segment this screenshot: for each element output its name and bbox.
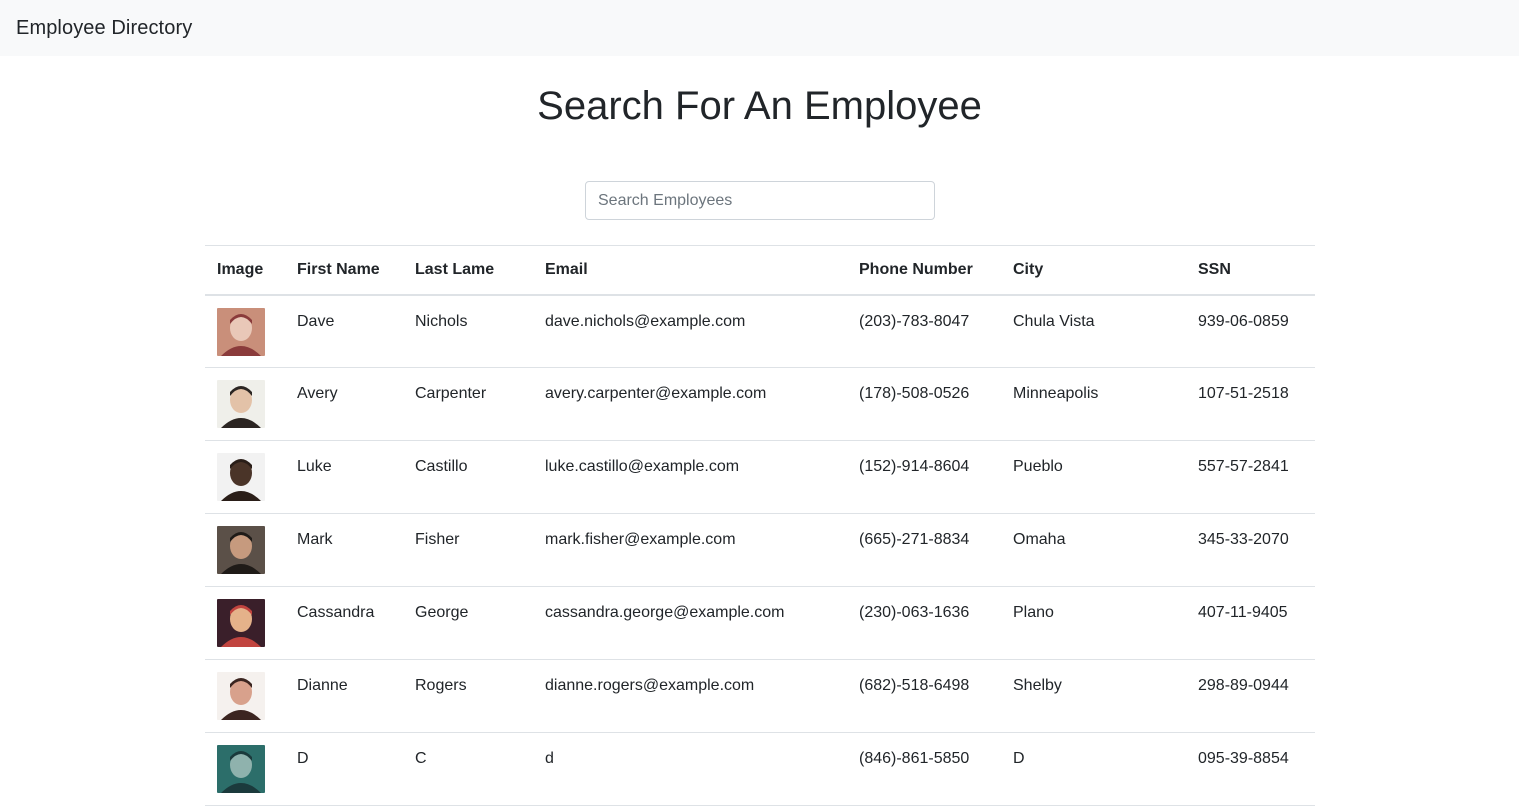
- phone-cell: (178)-508-0526: [847, 367, 1001, 441]
- first-name-cell: Cassandra: [285, 586, 403, 660]
- page-title: Search For An Employee: [537, 84, 982, 128]
- avatar: [217, 526, 265, 574]
- ssn-cell: 557-57-2841: [1186, 440, 1315, 514]
- image-cell: [205, 513, 285, 587]
- header-row: Image First Name Last Lame Email Phone N…: [205, 245, 1315, 296]
- avatar: [217, 380, 265, 428]
- image-cell: [205, 367, 285, 441]
- header-image[interactable]: Image: [205, 245, 285, 296]
- city-cell: Plano: [1001, 586, 1186, 660]
- ssn-cell: 298-89-0944: [1186, 659, 1315, 733]
- first-name-cell: Dave: [285, 294, 403, 368]
- table-row: D Cd (846)-861-5850 D 095-39-8854: [205, 732, 1315, 806]
- table-row: Avery Carpenter avery.carpenter@example.co…: [205, 367, 1315, 441]
- image-cell: [205, 659, 285, 733]
- phone-cell: (203)-783-8047: [847, 294, 1001, 368]
- city-cell: Pueblo: [1001, 440, 1186, 514]
- city-cell: D: [1001, 732, 1186, 806]
- phone-cell: (846)-861-5850: [847, 732, 1001, 806]
- ssn-cell: 095-39-8854: [1186, 732, 1315, 806]
- search-input[interactable]: [585, 181, 935, 220]
- last-name-cell: George: [403, 586, 533, 660]
- table-row: Luke Castillo luke.castillo@example.com (15…: [205, 440, 1315, 514]
- navbar: Employee Directory: [0, 0, 1519, 56]
- table-row: Cassandra George cassandra.george@example.…: [205, 586, 1315, 660]
- city-cell: Minneapolis: [1001, 367, 1186, 441]
- email-cell: cassandra.george@example.com: [533, 586, 847, 660]
- last-name-cell: Carpenter: [403, 367, 533, 441]
- header-ssn[interactable]: SSN: [1186, 245, 1315, 296]
- first-name-cell: D: [285, 732, 403, 806]
- header-first-name[interactable]: First Name: [285, 245, 403, 296]
- email-cell: luke.castillo@example.com: [533, 440, 847, 514]
- first-name-cell: Avery: [285, 367, 403, 441]
- phone-cell: (665)-271-8834: [847, 513, 1001, 587]
- phone-cell: (152)-914-8604: [847, 440, 1001, 514]
- city-cell: Omaha: [1001, 513, 1186, 587]
- first-name-cell: Mark: [285, 513, 403, 587]
- ssn-cell: 345-33-2070: [1186, 513, 1315, 587]
- avatar: [217, 307, 265, 356]
- header-email[interactable]: Email: [533, 245, 847, 296]
- email-cell: dave.nichols@example.com: [533, 294, 847, 368]
- email-cell: avery.carpenter@example.com: [533, 367, 847, 441]
- last-name-cell: Nichols: [403, 294, 533, 368]
- phone-cell: (682)-518-6498: [847, 659, 1001, 733]
- image-cell: [205, 586, 285, 660]
- navbar-brand[interactable]: Employee Directory: [16, 17, 192, 40]
- ssn-cell: 107-51-2518: [1186, 367, 1315, 441]
- image-cell: [205, 294, 285, 368]
- city-cell: Chula Vista: [1001, 294, 1186, 368]
- avatar: [217, 453, 265, 501]
- table-row: Dianne Rogers dianne.rogers@example.com (68…: [205, 659, 1315, 733]
- header-city[interactable]: City: [1001, 245, 1186, 296]
- last-name-cell: C: [403, 732, 533, 806]
- ssn-cell: 407-11-9405: [1186, 586, 1315, 660]
- search-container: [585, 181, 935, 220]
- ssn-cell: 939-06-0859: [1186, 294, 1315, 368]
- image-cell: [205, 732, 285, 806]
- first-name-cell: Dianne: [285, 659, 403, 733]
- header-last-name[interactable]: Last Lame: [403, 245, 533, 296]
- city-cell: Shelby: [1001, 659, 1186, 733]
- employee-table: Image First Name Last Lame Email Phone N…: [205, 245, 1315, 806]
- header-phone[interactable]: Phone Number: [847, 245, 1001, 296]
- employee-table-container: Image First Name Last Lame Email Phone N…: [205, 245, 1315, 806]
- last-name-cell: Rogers: [403, 659, 533, 733]
- email-cell: mark.fisher@example.com: [533, 513, 847, 587]
- table-header: Image First Name Last Lame Email Phone N…: [205, 245, 1315, 296]
- email-cell: dianne.rogers@example.com: [533, 659, 847, 733]
- table-body: Dave Nichols dave.nichols@example.com (203)…: [205, 294, 1315, 806]
- phone-cell: (230)-063-1636: [847, 586, 1001, 660]
- image-cell: [205, 440, 285, 514]
- table-row: Mark Fisher mark.fisher@example.com (665)-2…: [205, 513, 1315, 587]
- avatar: [217, 672, 265, 720]
- avatar: [217, 599, 265, 647]
- last-name-cell: Fisher: [403, 513, 533, 587]
- first-name-cell: Luke: [285, 440, 403, 514]
- email-cell: d: [533, 732, 847, 806]
- avatar: [217, 745, 265, 793]
- table-row: Dave Nichols dave.nichols@example.com (203)…: [205, 294, 1315, 368]
- last-name-cell: Castillo: [403, 440, 533, 514]
